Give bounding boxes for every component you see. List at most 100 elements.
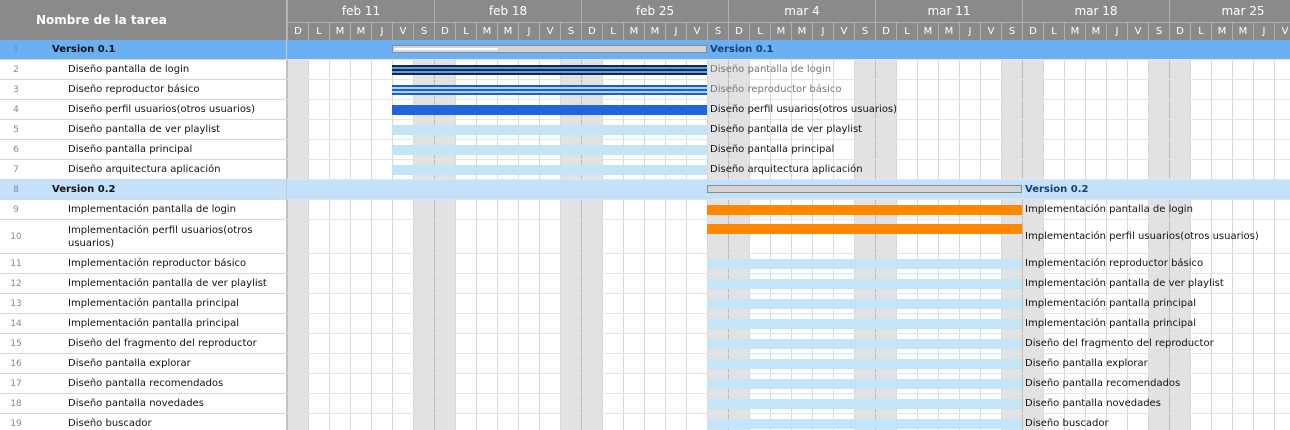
row-number: 6 bbox=[13, 144, 19, 155]
task-row[interactable]: 15 Diseño del fragmento del reproductor bbox=[0, 334, 287, 354]
day-header-cell: M bbox=[938, 22, 959, 40]
row-number: 17 bbox=[10, 378, 22, 389]
task-name: Diseño pantalla principal bbox=[68, 144, 193, 155]
task-name: Diseño del fragmento del reproductor bbox=[68, 338, 257, 349]
task-name: Implementación pantalla de ver playlist bbox=[68, 278, 267, 289]
group-row[interactable]: 8 Version 0.2 bbox=[0, 180, 287, 200]
row-gridline bbox=[287, 179, 1290, 180]
task-bar[interactable] bbox=[707, 259, 1022, 269]
task-row[interactable]: 14 Implementación pantalla principal bbox=[0, 314, 287, 334]
day-header-cell: S bbox=[707, 22, 728, 40]
task-bar[interactable] bbox=[707, 279, 1022, 289]
bar-label: Diseño pantalla novedades bbox=[1025, 398, 1161, 409]
gantt-view: Nombre de la tarea 1 Version 0.1 2 Diseño p… bbox=[0, 0, 1290, 430]
row-gridline bbox=[287, 333, 1290, 334]
day-header-cell: M bbox=[350, 22, 371, 40]
row-number: 9 bbox=[13, 204, 19, 215]
task-row[interactable]: 2 Diseño pantalla de login bbox=[0, 60, 287, 80]
task-name: Implementación reproductor básico bbox=[68, 258, 247, 269]
bar-label: Diseño arquitectura aplicación bbox=[710, 164, 863, 175]
row-gridline bbox=[287, 79, 1290, 80]
task-bar[interactable] bbox=[707, 399, 1022, 409]
task-list-panel: Nombre de la tarea 1 Version 0.1 2 Diseño p… bbox=[0, 0, 287, 430]
week-header-cell: feb 11 bbox=[287, 0, 434, 22]
day-header-cell: J bbox=[1106, 22, 1127, 40]
row-gridline bbox=[287, 413, 1290, 414]
task-name: Diseño reproductor básico bbox=[68, 84, 200, 95]
task-row[interactable]: 7 Diseño arquitectura aplicación bbox=[0, 160, 287, 180]
task-row[interactable]: 3 Diseño reproductor básico bbox=[0, 80, 287, 100]
task-bar[interactable] bbox=[707, 359, 1022, 369]
bar-label: Diseño buscador bbox=[1025, 418, 1109, 429]
task-row[interactable]: 10 Implementación perfil usuarios(otros u… bbox=[0, 220, 287, 254]
summary-bar[interactable] bbox=[707, 185, 1022, 193]
bar-label: Version 0.2 bbox=[1025, 184, 1089, 195]
task-row[interactable]: 16 Diseño pantalla explorar bbox=[0, 354, 287, 374]
task-bar[interactable] bbox=[707, 339, 1022, 349]
task-bar[interactable] bbox=[392, 85, 707, 95]
task-name: Implementación perfil usuarios(otros usu… bbox=[68, 224, 253, 249]
day-header-cell: L bbox=[749, 22, 770, 40]
bar-label: Diseño pantalla recomendados bbox=[1025, 378, 1181, 389]
bar-label: Diseño pantalla de login bbox=[710, 64, 832, 75]
day-header-cell: L bbox=[1043, 22, 1064, 40]
task-bar[interactable] bbox=[707, 224, 1022, 234]
task-bar[interactable] bbox=[707, 319, 1022, 329]
task-row[interactable]: 13 Implementación pantalla principal bbox=[0, 294, 287, 314]
row-number: 18 bbox=[10, 398, 22, 409]
day-header-cell: V bbox=[686, 22, 707, 40]
day-header-cell: D bbox=[1022, 22, 1043, 40]
day-header-cell: D bbox=[728, 22, 749, 40]
task-row[interactable]: 11 Implementación reproductor básico bbox=[0, 254, 287, 274]
task-row[interactable]: 4 Diseño perfil usuarios(otros usuarios) bbox=[0, 100, 287, 120]
task-row[interactable]: 18 Diseño pantalla novedades bbox=[0, 394, 287, 414]
task-bar[interactable] bbox=[707, 205, 1022, 215]
row-gridline bbox=[287, 373, 1290, 374]
task-bar[interactable] bbox=[392, 125, 707, 135]
day-header-cell: V bbox=[392, 22, 413, 40]
day-header-cell: M bbox=[623, 22, 644, 40]
task-row[interactable]: 12 Implementación pantalla de ver playlis… bbox=[0, 274, 287, 294]
row-number: 3 bbox=[13, 84, 19, 95]
row-number: 7 bbox=[13, 164, 19, 175]
task-bar[interactable] bbox=[707, 419, 1022, 429]
bar-label: Diseño pantalla de ver playlist bbox=[710, 124, 863, 135]
task-name: Version 0.2 bbox=[52, 184, 116, 195]
task-name: Diseño pantalla recomendados bbox=[68, 378, 224, 389]
row-gridline bbox=[287, 273, 1290, 274]
day-header-cell: S bbox=[560, 22, 581, 40]
day-header-cell: D bbox=[287, 22, 308, 40]
task-bar[interactable] bbox=[392, 105, 707, 115]
task-bar[interactable] bbox=[392, 145, 707, 155]
row-number: 12 bbox=[10, 278, 22, 289]
task-row[interactable]: 19 Diseño buscador bbox=[0, 414, 287, 430]
row-gridline bbox=[287, 293, 1290, 294]
day-header-cell: M bbox=[917, 22, 938, 40]
task-column-header[interactable]: Nombre de la tarea bbox=[0, 0, 287, 40]
row-gridline bbox=[287, 219, 1290, 220]
week-header-cell: feb 18 bbox=[434, 0, 581, 22]
day-header-cell: S bbox=[1148, 22, 1169, 40]
task-name: Diseño pantalla novedades bbox=[68, 398, 204, 409]
task-row[interactable]: 5 Diseño pantalla de ver playlist bbox=[0, 120, 287, 140]
day-header-cell: M bbox=[476, 22, 497, 40]
task-bar[interactable] bbox=[707, 299, 1022, 309]
row-number: 4 bbox=[13, 104, 19, 115]
task-bar[interactable] bbox=[392, 165, 707, 175]
task-bar[interactable] bbox=[392, 65, 707, 75]
row-gridline bbox=[287, 159, 1290, 160]
day-header-cell: J bbox=[812, 22, 833, 40]
row-gridline bbox=[287, 393, 1290, 394]
group-row[interactable]: 1 Version 0.1 bbox=[0, 40, 287, 60]
row-number: 2 bbox=[13, 64, 19, 75]
row-gridline bbox=[287, 99, 1290, 100]
task-row[interactable]: 9 Implementación pantalla de login bbox=[0, 200, 287, 220]
bar-label: Implementación perfil usuarios(otros usu… bbox=[1025, 231, 1259, 242]
task-row[interactable]: 17 Diseño pantalla recomendados bbox=[0, 374, 287, 394]
row-gridline bbox=[287, 253, 1290, 254]
task-bar[interactable] bbox=[707, 379, 1022, 389]
summary-bar[interactable] bbox=[392, 45, 707, 53]
day-header-cell: J bbox=[518, 22, 539, 40]
day-header-cell: M bbox=[1232, 22, 1253, 40]
task-row[interactable]: 6 Diseño pantalla principal bbox=[0, 140, 287, 160]
